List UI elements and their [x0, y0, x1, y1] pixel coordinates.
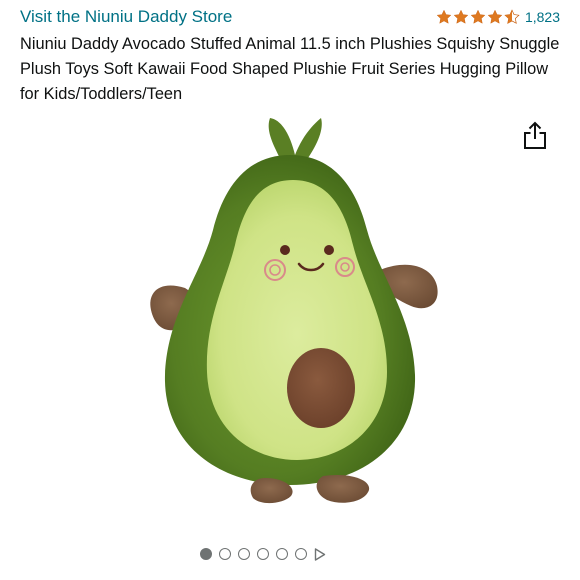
- play-icon: [314, 547, 326, 561]
- carousel-dot-2[interactable]: [219, 548, 231, 560]
- review-count[interactable]: 1,823: [525, 7, 560, 27]
- rating-summary[interactable]: 1,823: [436, 7, 560, 27]
- carousel-dot-5[interactable]: [276, 548, 288, 560]
- avocado-plush-image: [150, 118, 438, 504]
- header-row: Visit the Niuniu Daddy Store 1,823: [20, 6, 560, 28]
- carousel-dot-1[interactable]: [200, 548, 212, 560]
- store-link[interactable]: Visit the Niuniu Daddy Store: [20, 6, 232, 28]
- star-rating: [436, 9, 520, 25]
- share-button[interactable]: [521, 120, 549, 150]
- image-carousel-dots: [200, 546, 326, 562]
- star-full-icon: [470, 9, 486, 24]
- product-image[interactable]: [125, 110, 455, 510]
- star-full-icon: [436, 9, 452, 24]
- carousel-video-button[interactable]: [314, 547, 326, 561]
- star-full-icon: [453, 9, 469, 24]
- star-half-icon: [504, 9, 520, 24]
- carousel-dot-6[interactable]: [295, 548, 307, 560]
- carousel-dot-4[interactable]: [257, 548, 269, 560]
- star-full-icon: [487, 9, 503, 24]
- product-title: Niuniu Daddy Avocado Stuffed Animal 11.5…: [20, 35, 560, 103]
- share-icon: [524, 121, 546, 149]
- carousel-dot-3[interactable]: [238, 548, 250, 560]
